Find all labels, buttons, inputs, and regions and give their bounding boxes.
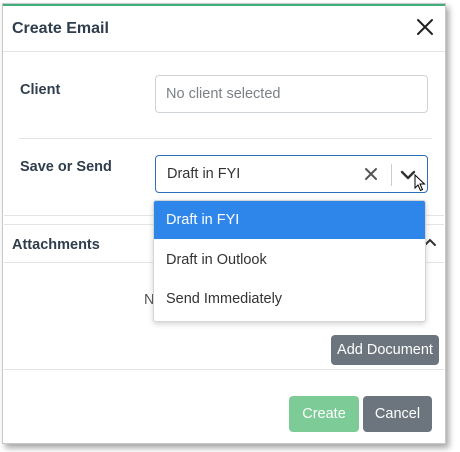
mouse-cursor-icon [414,174,426,192]
select-separator [391,164,392,186]
client-section: Client Save or Send Draft in FYI [4,52,444,216]
cancel-button[interactable]: Cancel [363,396,432,432]
dialog-header: Create Email [3,6,445,52]
save-or-send-select[interactable]: Draft in FYI [155,155,428,193]
save-or-send-dropdown: Draft in FYI Draft in Outlook Send Immed… [153,200,426,322]
client-label: Client [20,82,61,98]
option-draft-in-fyi[interactable]: Draft in FYI [154,201,425,239]
option-send-immediately[interactable]: Send Immediately [154,280,425,318]
section-divider [19,138,432,139]
add-document-button[interactable]: Add Document [331,335,439,365]
save-or-send-value: Draft in FYI [167,166,241,182]
save-or-send-label: Save or Send [20,159,112,175]
clear-icon[interactable] [362,165,380,183]
attachments-title: Attachments [12,237,100,253]
dialog-title: Create Email [12,20,109,37]
create-button[interactable]: Create [289,396,359,432]
close-icon[interactable] [414,16,436,38]
client-input[interactable] [155,75,428,113]
option-draft-in-outlook[interactable]: Draft in Outlook [154,241,425,279]
